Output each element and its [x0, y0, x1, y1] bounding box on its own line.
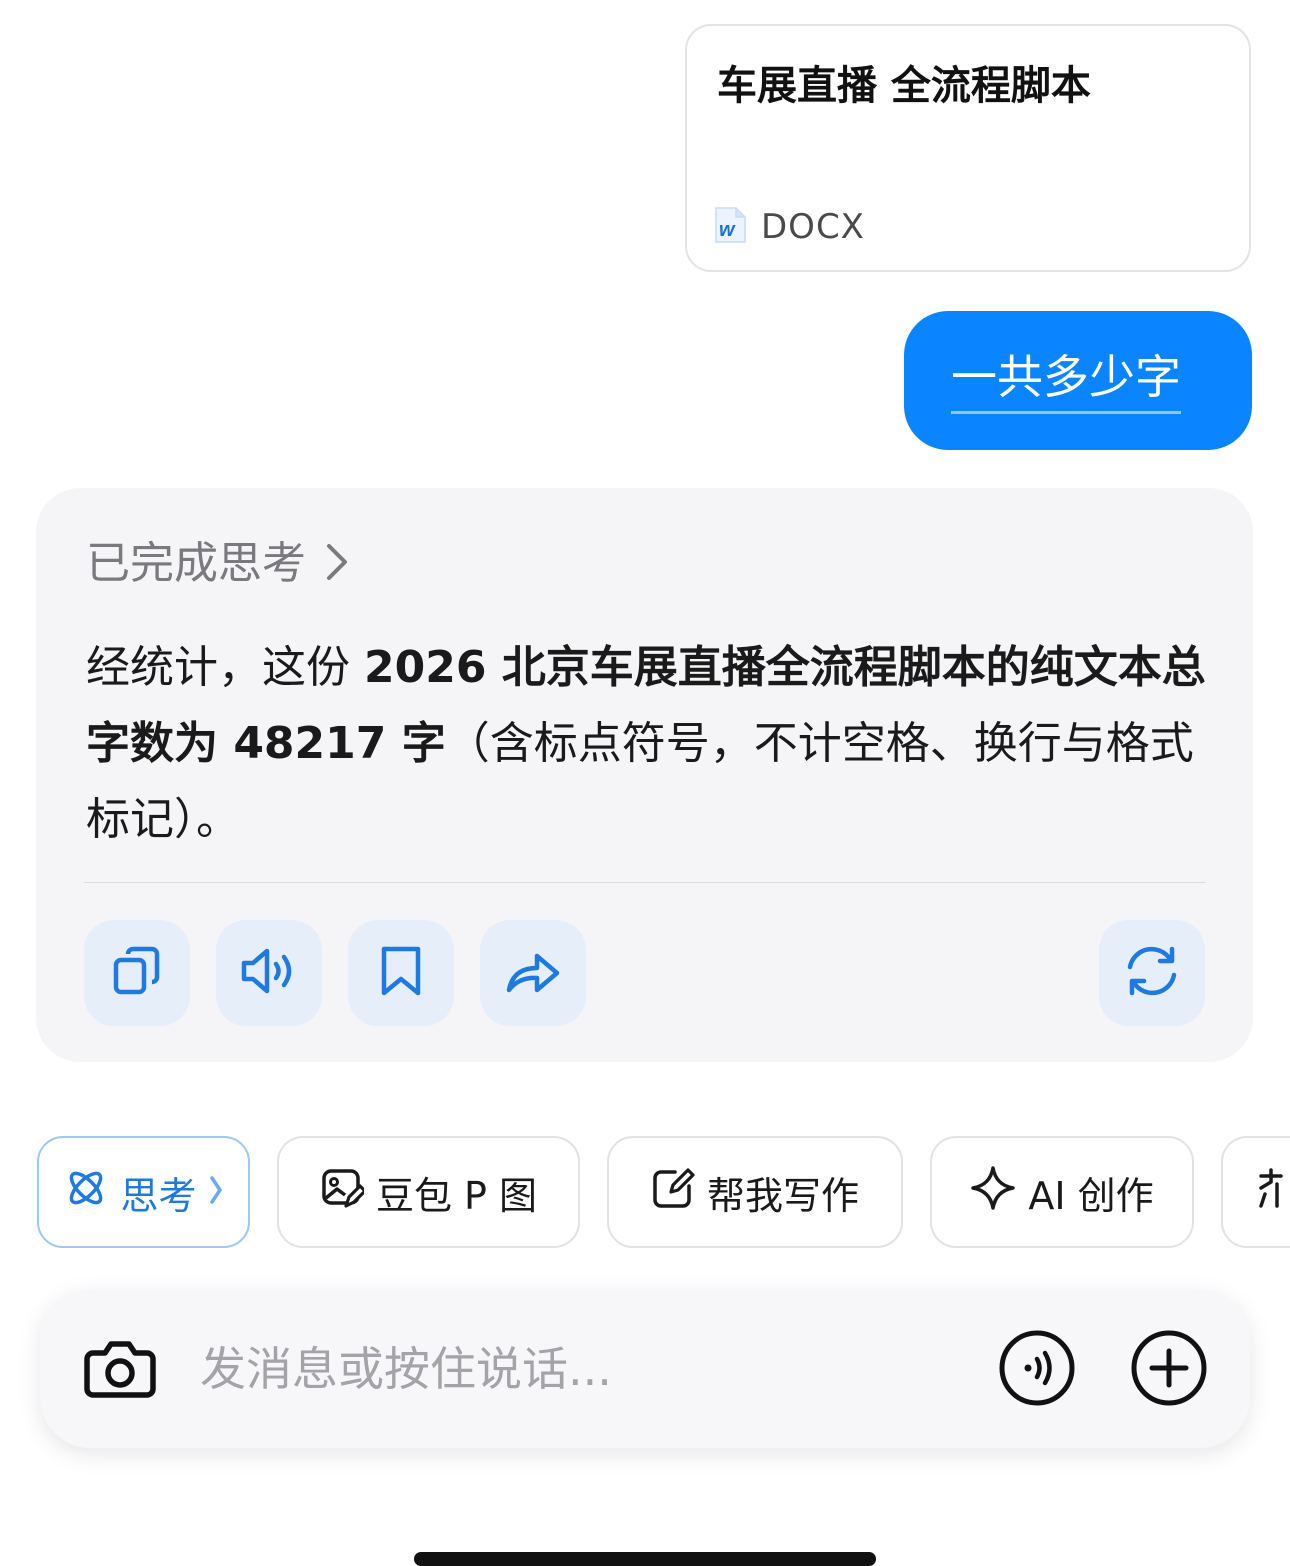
- user-message-bubble[interactable]: 一共多少字: [904, 311, 1252, 450]
- divider: [84, 882, 1206, 883]
- chip-image-edit-label: 豆包 P 图: [375, 1173, 538, 1218]
- partial-chip-icon: [1257, 1166, 1290, 1219]
- answer-text-part1: 经统计，这份: [86, 642, 364, 693]
- bookmark-icon: [378, 945, 424, 1001]
- chip-ai-create-label: AI 创作: [1028, 1173, 1154, 1218]
- regenerate-button[interactable]: [1099, 920, 1205, 1026]
- file-attachment-card[interactable]: 车展直播 全流程脚本 w DOCX: [685, 24, 1251, 272]
- image-edit-icon: [320, 1166, 367, 1219]
- sparkle-icon: [970, 1165, 1016, 1220]
- file-type-row: w DOCX: [713, 206, 865, 248]
- chevron-right-icon: [209, 1170, 223, 1214]
- chip-writing-label: 帮我写作: [706, 1173, 859, 1218]
- thinking-status[interactable]: 已完成思考: [86, 536, 350, 592]
- thinking-status-label: 已完成思考: [86, 538, 306, 589]
- chip-thinking[interactable]: 思考: [37, 1136, 250, 1248]
- file-type-label: DOCX: [761, 207, 865, 247]
- voice-wave-icon: [998, 1329, 1076, 1411]
- share-button[interactable]: [480, 920, 586, 1026]
- word-doc-icon: w: [713, 206, 747, 248]
- speaker-icon: [239, 946, 299, 1000]
- camera-icon: [83, 1335, 157, 1405]
- plus-icon: [1130, 1329, 1208, 1411]
- chip-more-partial[interactable]: [1221, 1136, 1290, 1248]
- chip-writing[interactable]: 帮我写作: [607, 1136, 903, 1248]
- chip-image-edit[interactable]: 豆包 P 图: [277, 1136, 580, 1248]
- edit-square-icon: [651, 1166, 695, 1219]
- voice-call-button[interactable]: [998, 1329, 1076, 1411]
- read-aloud-button[interactable]: [216, 920, 322, 1026]
- chip-ai-create[interactable]: AI 创作: [930, 1136, 1194, 1248]
- answer-text: 经统计，这份 2026 北京车展直播全流程脚本的纯文本总字数为 48217 字（…: [86, 630, 1216, 858]
- chip-thinking-label: 思考: [120, 1173, 197, 1218]
- share-icon: [505, 946, 561, 1000]
- home-indicator: [414, 1552, 876, 1566]
- atom-icon: [64, 1166, 108, 1219]
- add-attachment-button[interactable]: [1130, 1329, 1208, 1411]
- copy-button[interactable]: [84, 920, 190, 1026]
- message-input[interactable]: 发消息或按住说话...: [200, 1340, 612, 1398]
- camera-button[interactable]: [82, 1332, 158, 1408]
- chevron-right-icon: [324, 542, 350, 586]
- svg-text:w: w: [719, 219, 736, 241]
- regenerate-icon: [1122, 943, 1182, 1003]
- assistant-answer-card: 已完成思考 经统计，这份 2026 北京车展直播全流程脚本的纯文本总字数为 48…: [36, 488, 1253, 1062]
- copy-icon: [112, 946, 162, 1000]
- bookmark-button[interactable]: [348, 920, 454, 1026]
- file-title: 车展直播 全流程脚本: [717, 63, 1091, 109]
- message-input-bar: 发消息或按住说话...: [40, 1290, 1250, 1448]
- user-message-text: 一共多少字: [951, 347, 1181, 414]
